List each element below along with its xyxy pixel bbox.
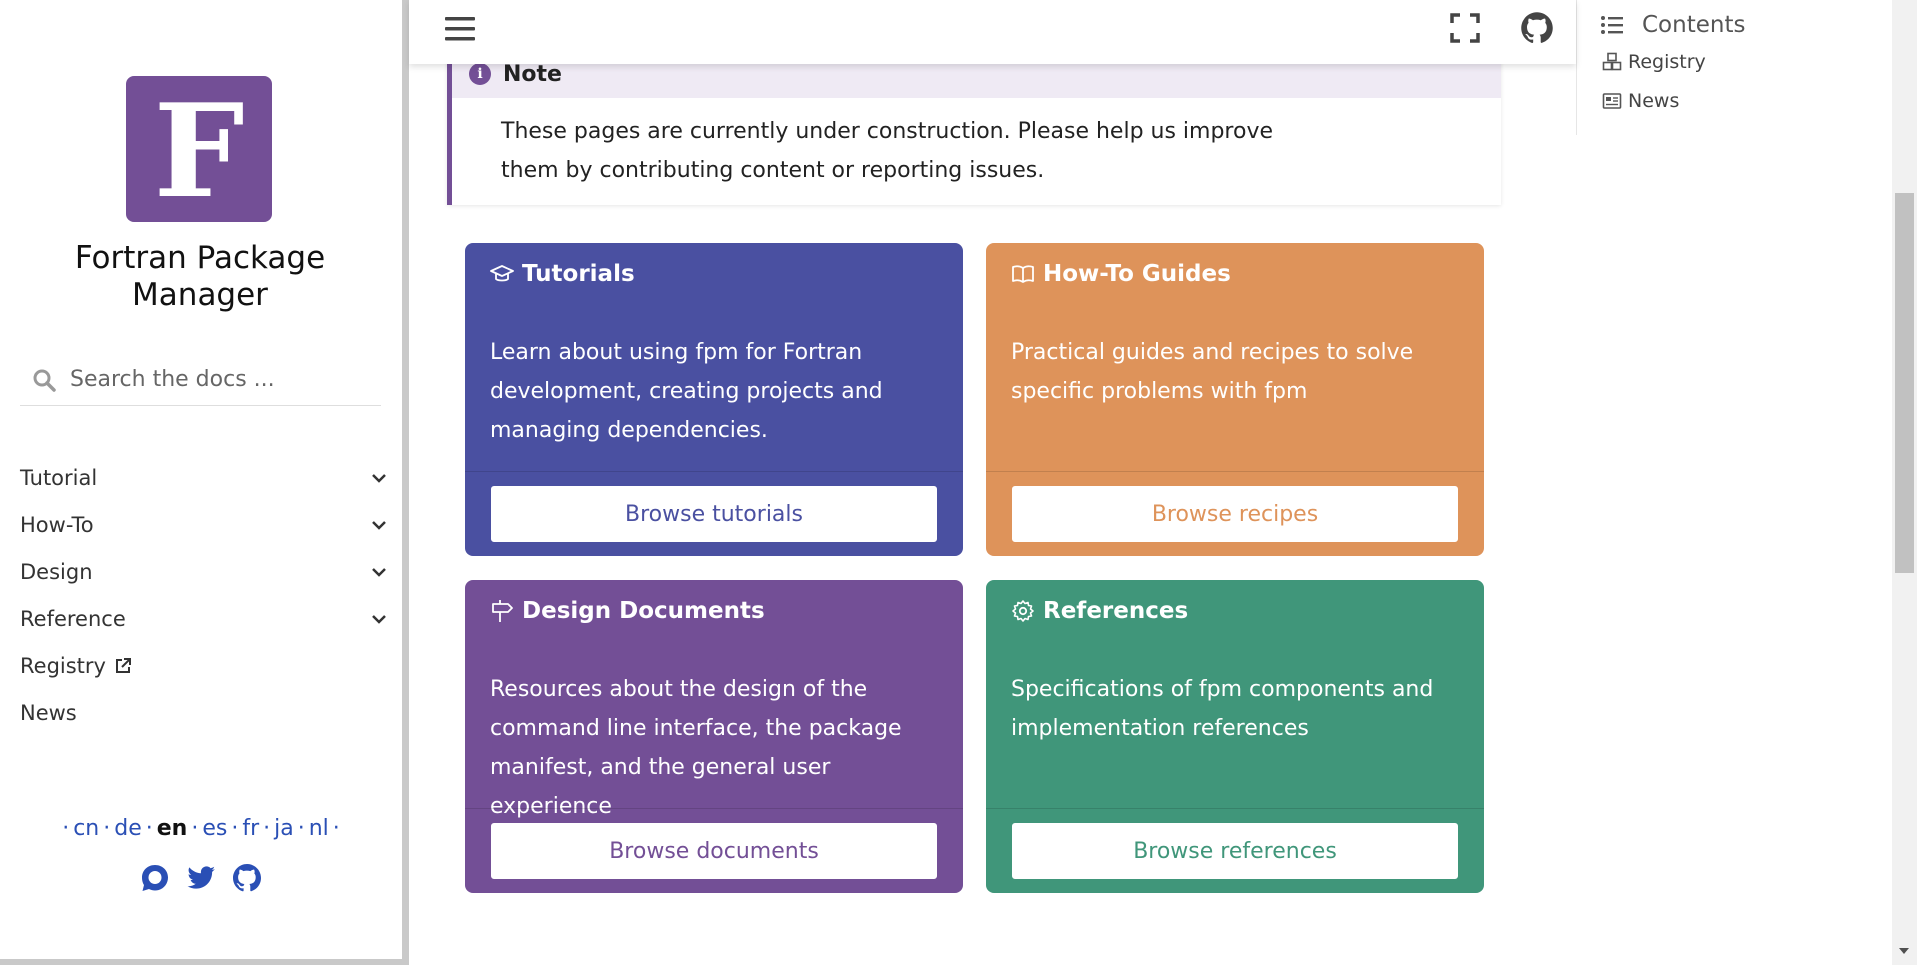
menu-icon[interactable]	[444, 14, 476, 44]
card-title: Tutorials	[522, 261, 635, 287]
separator: ·	[103, 816, 111, 841]
browse-tutorials-button[interactable]: Browse tutorials	[490, 485, 938, 543]
cubes-icon	[1602, 52, 1622, 70]
chevron-down-icon[interactable]	[370, 516, 388, 534]
browse-recipes-button[interactable]: Browse recipes	[1011, 485, 1459, 543]
chevron-down-icon[interactable]	[370, 610, 388, 628]
vertical-scrollbar[interactable]	[1892, 0, 1917, 965]
toc-item-registry[interactable]: Registry	[1602, 42, 1890, 81]
lang-link-nl[interactable]: nl	[309, 816, 329, 841]
note-title: Note	[503, 61, 562, 87]
card-tutorials: Tutorials Learn about using fpm for Fort…	[465, 243, 963, 556]
table-of-contents: Contents Registry News	[1600, 8, 1890, 120]
card-text: Resources about the design of the comman…	[490, 677, 902, 819]
discourse-icon[interactable]	[139, 862, 171, 894]
sidebar-item-label: News	[20, 700, 77, 725]
newspaper-icon	[1602, 92, 1622, 109]
toc-divider	[1576, 0, 1577, 135]
sidebar-item-label: Tutorial	[20, 465, 98, 490]
lang-link-fr[interactable]: fr	[242, 816, 259, 841]
separator: ·	[231, 816, 239, 841]
chevron-down-icon[interactable]	[370, 469, 388, 487]
toc-header: Contents	[1600, 8, 1890, 42]
chevron-down-icon[interactable]	[370, 563, 388, 581]
sidebar-item-label: How-To	[20, 512, 94, 537]
fullscreen-icon[interactable]	[1449, 12, 1481, 44]
separator: ·	[145, 816, 153, 841]
card-title-wrap: References	[1011, 598, 1188, 624]
card-footer: Browse tutorials	[465, 471, 963, 556]
card-footer: Browse references	[986, 808, 1484, 893]
github-icon[interactable]	[1519, 10, 1555, 46]
separator: ·	[191, 816, 199, 841]
card-footer: Browse recipes	[986, 471, 1484, 556]
language-switcher: · cn · de · en · es · fr · ja · nl ·	[0, 816, 402, 841]
social-links	[0, 862, 402, 894]
search-input[interactable]	[70, 367, 370, 392]
toc-item-news[interactable]: News	[1602, 81, 1890, 120]
search-icon	[33, 369, 56, 392]
browse-references-button[interactable]: Browse references	[1011, 822, 1459, 880]
card-design-documents: Design Documents Resources about the des…	[465, 580, 963, 893]
lang-link-cn[interactable]: cn	[73, 816, 99, 841]
sidebar-item-how-to[interactable]: How-To	[20, 501, 390, 548]
github-icon[interactable]	[231, 862, 263, 894]
sidebar-item-registry[interactable]: Registry	[20, 642, 390, 689]
info-icon: i	[469, 63, 491, 85]
sidebar-nav: Tutorial How-To Design Reference Registr…	[20, 454, 390, 736]
fpm-logo[interactable]: F	[126, 76, 272, 222]
top-header	[409, 0, 1576, 64]
logo-letter: F	[153, 77, 245, 227]
toc-item-label: Registry	[1628, 50, 1706, 73]
sidebar-item-reference[interactable]: Reference	[20, 595, 390, 642]
separator: ·	[332, 816, 340, 841]
site-title[interactable]: Fortran Package Manager	[20, 240, 380, 314]
search-box[interactable]	[20, 354, 381, 406]
sidebar-item-label: Design	[20, 559, 93, 584]
note-text: These pages are currently under construc…	[501, 119, 1274, 183]
browse-documents-button[interactable]: Browse documents	[490, 822, 938, 880]
sidebar-item-label: Reference	[20, 606, 126, 631]
external-link-icon	[115, 657, 131, 673]
sidebar-item-news[interactable]: News	[20, 689, 390, 736]
sidebar: F Fortran Package Manager Tutorial How-T…	[0, 0, 402, 965]
scrollbar-thumb[interactable]	[1895, 193, 1914, 573]
sidebar-horizontal-scrollbar[interactable]	[0, 959, 402, 965]
card-text: Learn about using fpm for Fortran develo…	[490, 340, 883, 443]
separator: ·	[62, 816, 70, 841]
toc-title: Contents	[1642, 12, 1746, 38]
card-title: Design Documents	[522, 598, 765, 624]
separator: ·	[263, 816, 271, 841]
registry-label-wrap: Registry	[20, 654, 132, 678]
graduation-cap-icon	[490, 265, 514, 282]
card-how-to-guides: How-To Guides Practical guides and recip…	[986, 243, 1484, 556]
card-title-wrap: Tutorials	[490, 261, 635, 287]
twitter-icon[interactable]	[185, 862, 217, 894]
sidebar-item-design[interactable]: Design	[20, 548, 390, 595]
card-title-wrap: Design Documents	[490, 598, 765, 624]
card-title-wrap: How-To Guides	[1011, 261, 1231, 287]
lang-link-ja[interactable]: ja	[274, 816, 294, 841]
sidebar-item-tutorial[interactable]: Tutorial	[20, 454, 390, 501]
book-open-icon	[1012, 265, 1034, 283]
note-admonition: i Note These pages are currently under c…	[447, 50, 1501, 205]
card-title: References	[1043, 598, 1189, 624]
toc-item-label: News	[1628, 89, 1680, 112]
card-title: How-To Guides	[1043, 261, 1231, 287]
card-references: References Specifications of fpm compone…	[986, 580, 1484, 893]
separator: ·	[297, 816, 305, 841]
card-footer: Browse documents	[465, 808, 963, 893]
lang-link-es[interactable]: es	[202, 816, 227, 841]
list-icon	[1601, 16, 1623, 34]
gear-icon	[1012, 600, 1034, 622]
lang-current-en: en	[156, 816, 188, 841]
sidebar-item-label: Registry	[20, 653, 106, 678]
card-text: Practical guides and recipes to solve sp…	[1011, 340, 1414, 404]
signpost-icon	[492, 600, 513, 622]
sidebar-resize-handle[interactable]	[402, 0, 409, 965]
card-text: Specifications of fpm components and imp…	[1011, 677, 1434, 741]
lang-link-de[interactable]: de	[114, 816, 142, 841]
scroll-down-arrow[interactable]	[1899, 948, 1909, 954]
